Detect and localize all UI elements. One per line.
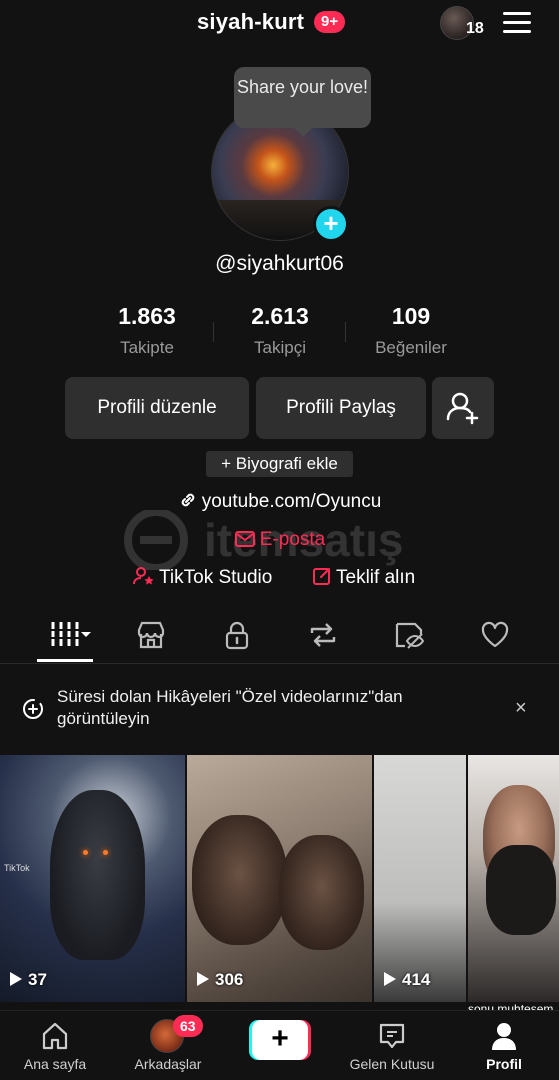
studio-text: TikTok Studio bbox=[159, 567, 273, 588]
tiktok-watermark: TikTok bbox=[4, 863, 30, 873]
active-tab-indicator bbox=[37, 659, 93, 662]
tab-private[interactable] bbox=[208, 612, 264, 662]
add-friend-button[interactable] bbox=[432, 377, 494, 439]
grid-icon bbox=[51, 622, 91, 646]
get-offer-link[interactable]: Teklif alın bbox=[312, 566, 415, 589]
notification-badge: 9+ bbox=[314, 11, 346, 33]
bottom-navigation: Ana sayfa 63 Arkadaşlar + Gelen Kutusu P… bbox=[0, 1010, 559, 1080]
plus-icon[interactable]: + bbox=[313, 206, 349, 242]
hidden-eye-icon bbox=[395, 622, 424, 649]
profile-tabs bbox=[0, 612, 559, 664]
email-text: E-posta bbox=[259, 529, 326, 550]
home-icon bbox=[42, 1022, 68, 1050]
hamburger-menu-icon[interactable] bbox=[503, 12, 531, 34]
nav-label: Arkadaşlar bbox=[134, 1056, 202, 1072]
stat-value: 1.863 bbox=[118, 303, 176, 329]
edit-profile-button[interactable]: Profili düzenle bbox=[65, 377, 249, 439]
profile-handle: @siyahkurt06 bbox=[215, 252, 344, 275]
create-button[interactable]: + bbox=[249, 1020, 311, 1060]
create-icon: + bbox=[252, 1020, 308, 1060]
friends-badge: 63 bbox=[173, 1015, 203, 1037]
view-count: 37 bbox=[10, 970, 47, 990]
nav-inbox[interactable]: Gelen Kutusu bbox=[337, 1011, 447, 1080]
notice-text: Süresi dolan Hikâyeleri "Özel videoların… bbox=[57, 687, 403, 728]
website-text: youtube.com/Oyuncu bbox=[201, 491, 382, 512]
edit-note-icon bbox=[313, 568, 330, 585]
stories-add-icon bbox=[23, 699, 43, 719]
lock-icon bbox=[225, 621, 249, 650]
stat-divider bbox=[213, 322, 214, 342]
tab-shop[interactable] bbox=[122, 612, 178, 662]
close-icon[interactable]: × bbox=[515, 697, 527, 720]
email-link[interactable]: E-posta bbox=[0, 529, 559, 551]
repost-icon bbox=[310, 623, 336, 647]
share-love-tooltip: Share your love! bbox=[234, 67, 371, 137]
video-grid: TikTok 37 306 414 bbox=[0, 755, 559, 1010]
shop-icon bbox=[137, 621, 165, 649]
website-link[interactable]: youtube.com/Oyuncu bbox=[0, 490, 559, 513]
stat-likes[interactable]: 109 Beğeniler bbox=[351, 303, 471, 358]
stat-value: 2.613 bbox=[251, 303, 309, 329]
stat-followers[interactable]: 2.613 Takipçi bbox=[220, 303, 340, 358]
tab-hidden[interactable] bbox=[380, 612, 436, 662]
stat-value: 109 bbox=[391, 303, 431, 329]
view-count: 414 bbox=[384, 970, 430, 990]
video-thumbnail[interactable]: 306 bbox=[187, 755, 372, 1002]
add-user-icon bbox=[446, 392, 479, 425]
tab-liked[interactable] bbox=[466, 612, 522, 662]
nav-label: Gelen Kutusu bbox=[349, 1056, 435, 1072]
tab-videos[interactable] bbox=[37, 612, 93, 662]
tab-reposts[interactable] bbox=[294, 612, 350, 662]
stat-label: Takipçi bbox=[254, 338, 306, 357]
chimp-face-left bbox=[192, 815, 287, 945]
stat-following[interactable]: 1.863 Takipte bbox=[87, 303, 207, 358]
stat-label: Takipte bbox=[120, 338, 174, 357]
heart-icon bbox=[481, 621, 509, 648]
stat-label: Beğeniler bbox=[375, 338, 447, 357]
view-count: 306 bbox=[197, 970, 243, 990]
share-profile-button[interactable]: Profili Paylaş bbox=[256, 377, 426, 439]
video-thumbnail[interactable]: 414 bbox=[374, 755, 466, 1002]
nav-home[interactable]: Ana sayfa bbox=[0, 1011, 110, 1080]
profile-icon bbox=[492, 1023, 516, 1050]
man-beard bbox=[486, 845, 556, 935]
add-bio-button[interactable]: + Biyografi ekle bbox=[206, 451, 353, 477]
nav-friends[interactable]: 63 Arkadaşlar bbox=[113, 1011, 223, 1080]
profile-title[interactable]: siyah-kurt bbox=[197, 9, 304, 35]
video-thumbnail[interactable]: TikTok 37 bbox=[0, 755, 185, 1002]
studio-person-icon bbox=[133, 567, 154, 585]
video-thumbnail[interactable] bbox=[468, 755, 559, 1002]
mail-icon bbox=[234, 531, 255, 547]
nav-label: Ana sayfa bbox=[23, 1056, 87, 1072]
header-bar: siyah-kurt 9+ 18 bbox=[0, 0, 559, 48]
link-icon bbox=[181, 493, 194, 507]
nav-label: Profil bbox=[486, 1056, 522, 1072]
tiktok-studio-link[interactable]: TikTok Studio bbox=[133, 566, 272, 589]
offer-text: Teklif alın bbox=[336, 567, 416, 588]
nav-profile[interactable]: Profil bbox=[449, 1011, 559, 1080]
inbox-icon bbox=[379, 1023, 405, 1049]
stat-divider bbox=[345, 322, 346, 342]
viewer-count: 18 bbox=[466, 20, 484, 37]
wolf-figure bbox=[50, 790, 145, 960]
chimp-face-right bbox=[279, 835, 364, 950]
